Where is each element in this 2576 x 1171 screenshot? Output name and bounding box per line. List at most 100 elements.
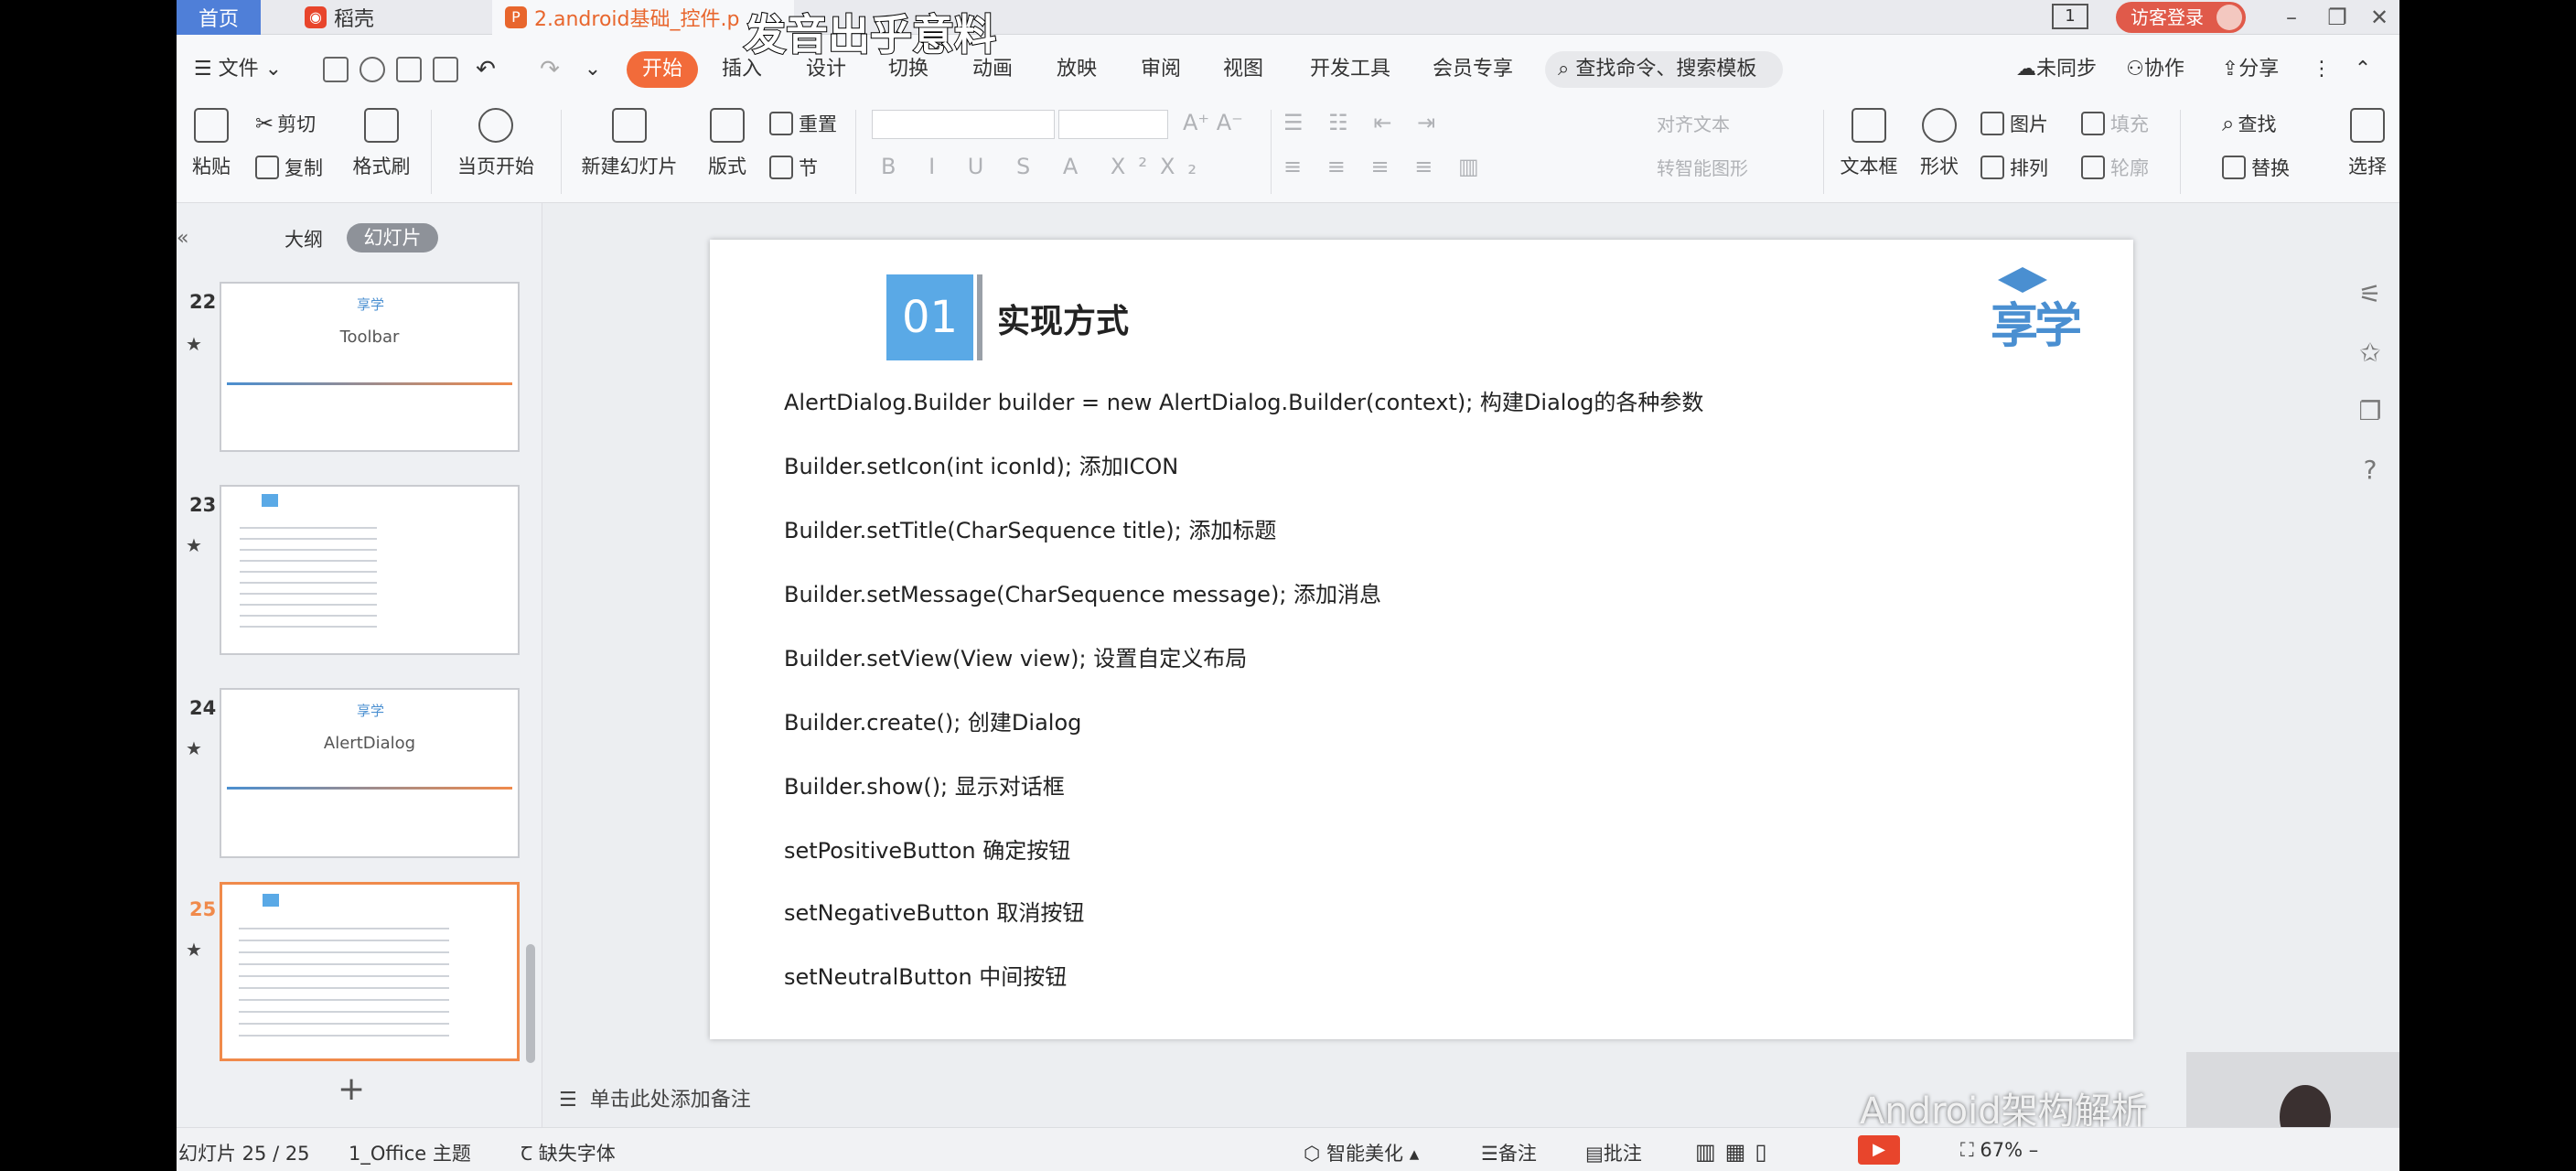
picture-button[interactable]: 图片 <box>1980 110 2048 137</box>
layout-button[interactable]: 版式 <box>696 108 758 179</box>
smart-shape-button[interactable]: 转智能图形 <box>1657 154 1748 180</box>
thumb-number-block <box>262 494 278 507</box>
save-icon[interactable] <box>323 57 349 82</box>
select-label: 选择 <box>2348 156 2387 177</box>
customize-icon[interactable]: ⌄ <box>579 51 606 88</box>
help-icon[interactable]: ? <box>2352 441 2388 500</box>
missing-font-button[interactable]: Ꞇ 缺失字体 <box>521 1139 616 1166</box>
align-icons[interactable]: ≡ ≡ ≡ ≡ ▥ <box>1283 154 1488 179</box>
list-icons[interactable]: ☰ ☷ ⇤ ⇥ <box>1283 110 1444 135</box>
fill-icon <box>2081 112 2105 135</box>
brush-icon <box>364 108 399 143</box>
slide-thumbnail-panel: « 大纲 幻灯片 22 ★ 享学 Toolbar 23 ★ 24 ★ 享学 Al… <box>177 203 542 1127</box>
status-bar: 幻灯片 25 / 25 1_Office 主题 Ꞇ 缺失字体 ⬡ 智能美化 ▴ … <box>177 1127 2399 1171</box>
textbox-button[interactable]: 文本框 <box>1834 108 1904 179</box>
settings-sliders-icon[interactable]: ⚟ <box>2352 265 2388 324</box>
tab-docer[interactable]: ◉ 稻壳 <box>305 0 492 35</box>
tab-start[interactable]: 开始 <box>627 51 698 88</box>
arrange-button[interactable]: 排列 <box>1980 154 2048 181</box>
slides-tab[interactable]: 幻灯片 <box>347 223 438 252</box>
arrange-icon <box>1980 156 2004 179</box>
print-icon[interactable] <box>396 57 422 82</box>
font-grow-icon[interactable]: A⁺ A⁻ <box>1183 110 1243 135</box>
login-button[interactable]: 访客登录 <box>2116 2 2246 33</box>
tab-view[interactable]: 视图 <box>1216 51 1271 88</box>
close-icon[interactable]: ✕ <box>2359 4 2399 31</box>
paste-button[interactable]: 粘贴 <box>182 108 241 179</box>
sync-status[interactable]: ☁未同步 <box>2006 51 2107 88</box>
tab-slideshow[interactable]: 放映 <box>1049 51 1104 88</box>
tab-review[interactable]: 审阅 <box>1133 51 1188 88</box>
outline-tab[interactable]: 大纲 <box>284 225 323 252</box>
font-size-select[interactable] <box>1058 110 1168 139</box>
collapse-panel-icon[interactable]: « <box>177 227 188 250</box>
outline-button[interactable]: 轮廓 <box>2081 154 2149 181</box>
select-icon <box>2350 108 2385 143</box>
thumb-text-lines <box>239 918 449 1046</box>
comments-button[interactable]: ▤批注 <box>1585 1139 1642 1166</box>
copy-button[interactable]: 复制 <box>255 154 323 181</box>
tab-start-label: 开始 <box>641 58 682 81</box>
font-icon: Ꞇ <box>521 1143 533 1165</box>
current-slide[interactable]: 01 实现方式 享学 AlertDialog.Builder builder =… <box>710 240 2133 1039</box>
pin-icon[interactable]: ✩ <box>2352 324 2388 382</box>
play-slideshow-button[interactable]: ▶ <box>1858 1135 1900 1165</box>
collapse-ribbon-icon[interactable]: ⌃ <box>2345 51 2381 88</box>
slide-count: 幻灯片 25 / 25 <box>178 1143 310 1165</box>
new-slide-button[interactable]: 新建幻灯片 <box>568 108 691 179</box>
slide-thumbnail-25[interactable] <box>220 882 520 1061</box>
print-preview-icon[interactable] <box>433 57 458 82</box>
command-search[interactable]: ⌕ 查找命令、搜索模板 <box>1545 51 1783 88</box>
cut-label: 剪切 <box>277 113 317 135</box>
notes-button[interactable]: ☰备注 <box>1481 1139 1537 1166</box>
find-button[interactable]: ⌕ 查找 <box>2222 110 2276 137</box>
replace-button[interactable]: 替换 <box>2222 154 2290 181</box>
copy-window-icon[interactable]: ❐ <box>2352 382 2388 441</box>
cut-button[interactable]: ✂ 剪切 <box>255 110 316 137</box>
tab-developer[interactable]: 开发工具 <box>1300 51 1401 88</box>
minimize-icon[interactable]: – <box>2271 4 2312 31</box>
file-menu[interactable]: ☰ 文件 ⌄ <box>188 51 288 88</box>
theme-name[interactable]: 1_Office 主题 <box>349 1139 471 1166</box>
export-icon[interactable] <box>360 57 385 82</box>
panel-scrollbar[interactable] <box>526 944 535 1063</box>
slide-thumbnail-24[interactable]: 享学 AlertDialog <box>220 688 520 858</box>
align-text-label: 对齐文本 <box>1657 113 1730 135</box>
beautify-button[interactable]: ⬡ 智能美化 ▴ <box>1304 1139 1419 1166</box>
share-button[interactable]: ⇪分享 <box>2209 51 2292 88</box>
beautify-icon: ⬡ <box>1304 1143 1321 1165</box>
notes-area[interactable]: ☰ 单击此处添加备注 <box>559 1083 751 1112</box>
redo-icon[interactable]: ↷ <box>531 51 568 88</box>
font-family-select[interactable] <box>872 110 1055 139</box>
restore-icon[interactable]: ❐ <box>2317 4 2357 31</box>
ribbon-toolbar: 粘贴 ✂ 剪切 复制 格式刷 当页开始 新建幻灯片 版式 重置 节 A⁺ A⁻ B… <box>177 101 2399 203</box>
format-painter-button[interactable]: 格式刷 <box>343 108 420 179</box>
font-style-icons[interactable]: B I U S A X²X₂ <box>881 154 1209 179</box>
view-mode-icons[interactable]: ▥▦▯ <box>1695 1139 1776 1165</box>
shape-button[interactable]: 形状 <box>1909 108 1970 179</box>
reset-label: 重置 <box>799 113 837 135</box>
zoom-control[interactable]: ⛶ 67% – <box>1960 1139 2038 1162</box>
user-icon: ⚇ <box>2126 58 2144 81</box>
thumb-rule <box>227 787 512 790</box>
add-slide-button[interactable]: + <box>338 1070 365 1108</box>
undo-icon[interactable]: ↶ <box>467 51 504 88</box>
select-button[interactable]: 选择 <box>2341 108 2394 179</box>
section-button[interactable]: 节 <box>769 154 818 181</box>
fill-button[interactable]: 填充 <box>2081 110 2149 137</box>
slide-thumbnail-23[interactable] <box>220 485 520 655</box>
copy-label: 复制 <box>284 157 323 179</box>
page-indicator[interactable]: 1 <box>2052 4 2088 29</box>
collab-button[interactable]: ⚇协作 <box>2114 51 2196 88</box>
share-label: 分享 <box>2238 58 2280 81</box>
tab-member[interactable]: 会员专享 <box>1422 51 1523 88</box>
more-icon[interactable]: ⋮ <box>2308 51 2335 88</box>
tab-home[interactable]: 首页 <box>177 0 261 35</box>
slide-thumbnail-22[interactable]: 享学 Toolbar <box>220 282 520 452</box>
tab-view-label: 视图 <box>1222 58 1263 81</box>
login-label: 访客登录 <box>2131 6 2204 28</box>
star-icon: ★ <box>186 333 202 355</box>
align-text-button[interactable]: 对齐文本 <box>1657 110 1730 136</box>
reset-button[interactable]: 重置 <box>769 110 837 137</box>
play-current-button[interactable]: 当页开始 <box>442 108 550 179</box>
